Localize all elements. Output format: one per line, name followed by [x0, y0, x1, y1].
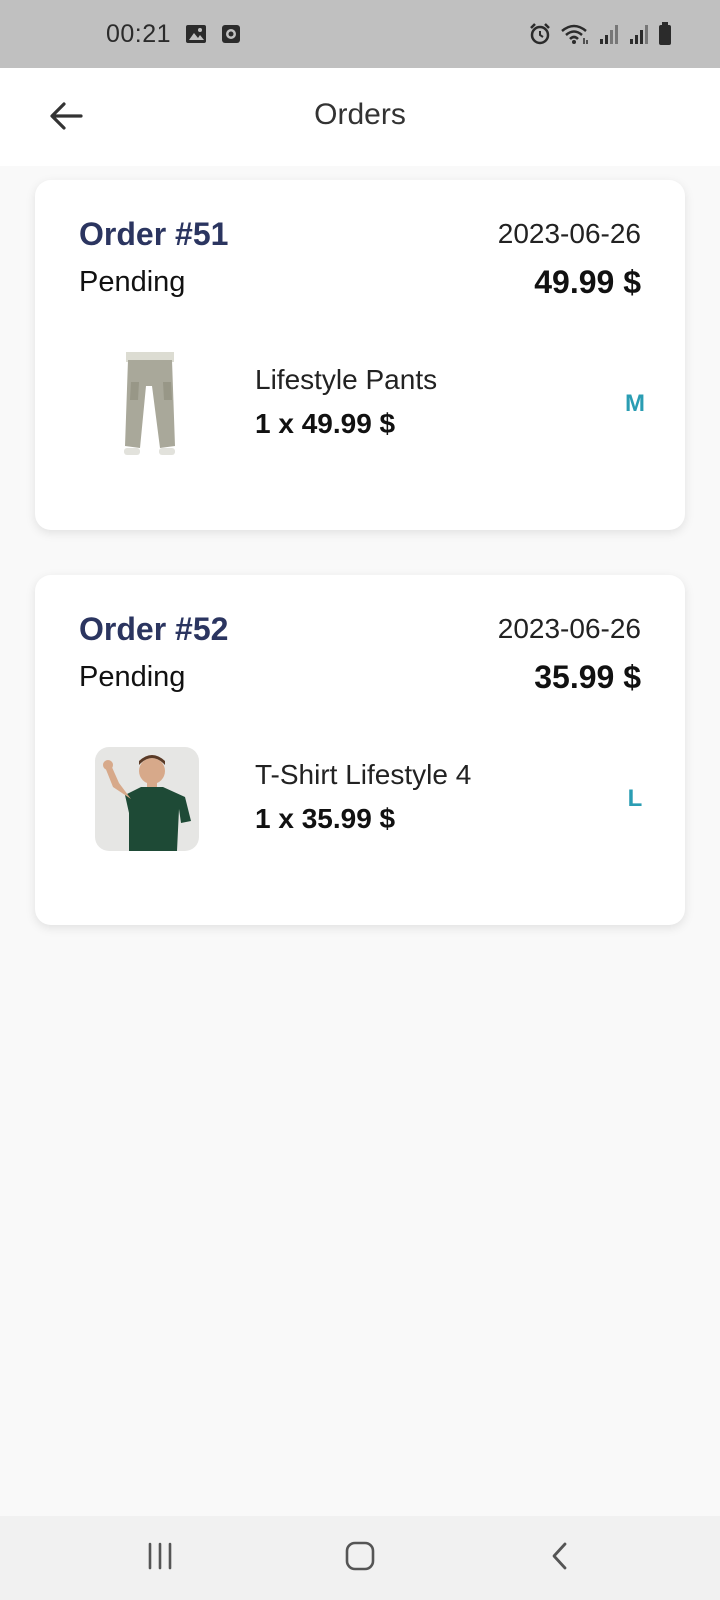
status-right [528, 22, 672, 46]
product-image-tshirt [95, 747, 199, 851]
status-bar: 00:21 [0, 0, 720, 68]
item-qty-price: 1 x 49.99 $ [255, 408, 396, 439]
order-card[interactable]: Order #51 2023-06-26 Pending 49.99 $ Lif… [35, 180, 685, 530]
page-title: Orders [314, 98, 406, 131]
gallery-icon [185, 24, 207, 44]
order-date: 2023-06-26 [497, 613, 641, 644]
order-status: Pending [79, 661, 186, 693]
item-qty-price: 1 x 35.99 $ [255, 803, 396, 834]
recent-apps-button[interactable] [120, 1528, 200, 1588]
battery-icon [658, 22, 672, 46]
item-size: L [627, 785, 643, 812]
signal-icon [628, 23, 650, 45]
alarm-icon [528, 22, 552, 46]
system-nav-bar [0, 1516, 720, 1600]
status-left: 00:21 [106, 20, 241, 49]
nav-back-button[interactable] [520, 1528, 600, 1588]
home-button[interactable] [320, 1528, 400, 1588]
screen-record-icon [221, 24, 241, 44]
product-image-pants [95, 352, 199, 456]
order-total: 49.99 $ [534, 264, 641, 300]
order-item[interactable]: Lifestyle Pants 1 x 49.99 $ M [95, 352, 655, 462]
order-status: Pending [79, 266, 186, 298]
order-number: Order #51 [79, 216, 229, 252]
order-total: 35.99 $ [534, 659, 641, 695]
back-icon [548, 1541, 572, 1576]
order-number: Order #52 [79, 611, 229, 647]
item-name: T-Shirt Lifestyle 4 [255, 759, 472, 790]
app-bar: Orders [0, 68, 720, 166]
order-item[interactable]: T-Shirt Lifestyle 4 1 x 35.99 $ L [95, 747, 655, 857]
signal-icon [598, 23, 620, 45]
wifi-icon [560, 23, 590, 45]
status-time: 00:21 [106, 19, 172, 48]
order-card[interactable]: Order #52 2023-06-26 Pending 35.99 $ T-S… [35, 575, 685, 925]
order-date: 2023-06-26 [497, 218, 641, 249]
item-size: M [625, 390, 645, 417]
recent-apps-icon [145, 1542, 175, 1575]
item-name: Lifestyle Pants [255, 364, 438, 395]
home-icon [344, 1540, 376, 1577]
